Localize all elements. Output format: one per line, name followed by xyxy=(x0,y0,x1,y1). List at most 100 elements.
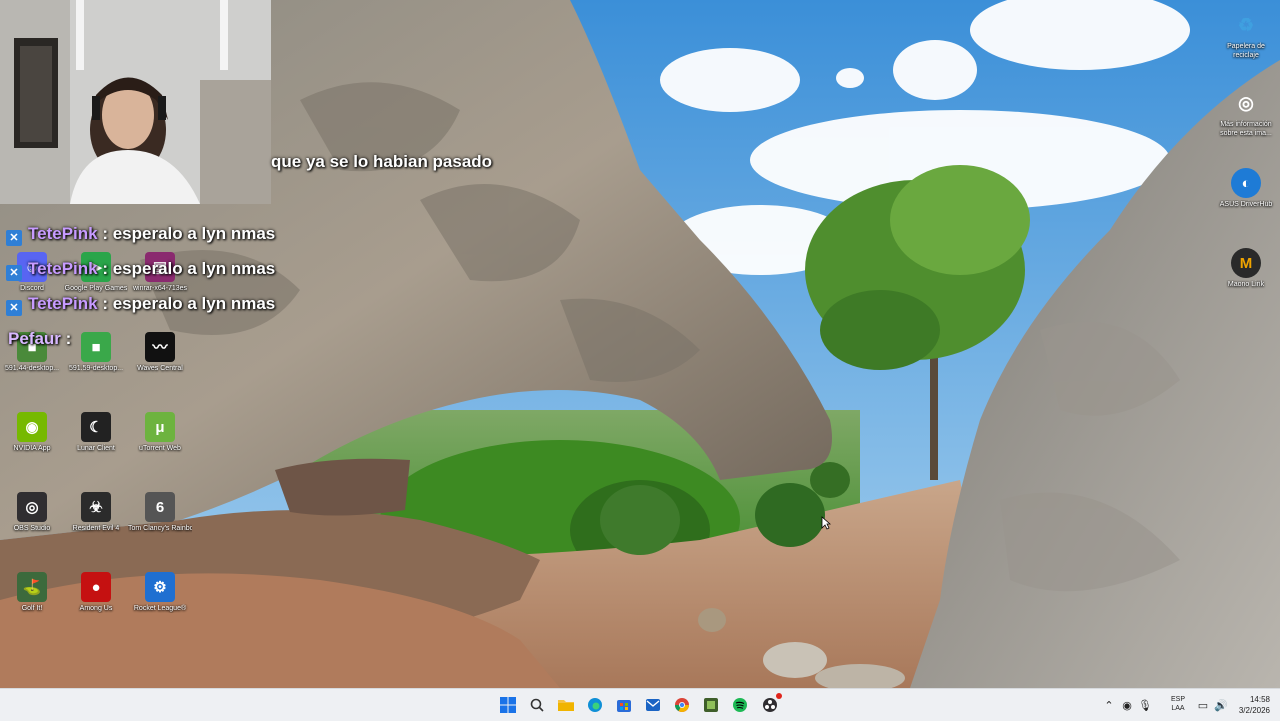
among-us-icon: ● xyxy=(81,572,111,602)
icon-label: winrar-x64-713es xyxy=(132,285,188,292)
icon-label: Among Us xyxy=(79,605,113,612)
waves-central-shortcut[interactable]: 〰 Waves Central xyxy=(128,332,192,373)
among-us-shortcut[interactable]: ● Among Us xyxy=(64,572,128,613)
edge-icon xyxy=(588,698,602,712)
chat-message: ✕ TetePink : esperalo a lyn nmas xyxy=(6,294,275,316)
icon-label: Rocket League® xyxy=(133,605,187,612)
info-icon: ◎ xyxy=(1238,92,1254,113)
icon-label: Papelera de reciclaje xyxy=(1227,43,1265,59)
golf-it-icon: ⛳ xyxy=(17,572,47,602)
maono-link-shortcut[interactable]: M Maono Link xyxy=(1214,248,1278,289)
mouse-cursor-icon xyxy=(821,516,831,530)
obs-studio-icon: ◎ xyxy=(17,492,47,522)
chat-separator: : xyxy=(97,224,113,243)
utorrent-shortcut[interactable]: μ uTorrent Web xyxy=(128,412,192,453)
nvidia-app-shortcut[interactable]: ◉ NVIDIA App xyxy=(0,412,64,453)
outlook-button[interactable] xyxy=(643,695,663,715)
desktop-file-2-shortcut[interactable]: ■ 591.59-desktop... xyxy=(64,332,128,373)
chrome-button[interactable] xyxy=(672,695,692,715)
start-button[interactable] xyxy=(498,695,518,715)
edge-button[interactable] xyxy=(585,695,605,715)
file-explorer-button[interactable] xyxy=(556,695,576,715)
search-icon xyxy=(530,698,544,712)
network-icon: ▭ xyxy=(1197,699,1209,712)
clock-date: 3/2/2026 xyxy=(1238,706,1270,715)
quick-settings[interactable]: ▭ 🔊 xyxy=(1194,689,1230,721)
icon-label: 591.59-desktop... xyxy=(68,365,124,372)
chat-username: TetePink xyxy=(28,259,98,278)
rocket-league-icon: ⚙ xyxy=(145,572,175,602)
asus-driverhub-shortcut[interactable]: ◐ ASUS DriverHub xyxy=(1214,168,1278,209)
folder-icon xyxy=(558,700,574,711)
clock[interactable]: 14:58 3/2/2026 xyxy=(1226,694,1270,716)
icon-label: Waves Central xyxy=(137,365,183,372)
recording-dot-icon xyxy=(776,693,782,699)
chat-text: esperalo a lyn nmas xyxy=(112,224,276,243)
search-button[interactable] xyxy=(527,695,547,715)
icon-label: Discord xyxy=(20,285,44,292)
lunar-client-icon: ☾ xyxy=(81,412,111,442)
keyboard-layout: LAA xyxy=(1171,705,1185,712)
icon-label: ASUS DriverHub xyxy=(1219,201,1273,208)
obs-icon xyxy=(763,698,777,712)
tray-app-icon[interactable]: ◉ xyxy=(1118,699,1136,712)
asus-driverhub-icon: ◐ xyxy=(1231,168,1261,198)
chrome-icon xyxy=(675,698,689,712)
clock-time: 14:58 xyxy=(1249,695,1270,704)
icon-label: Google Play Games xyxy=(64,285,128,292)
rainbow-six-icon: 6 xyxy=(145,492,175,522)
recycle-bin-shortcut[interactable]: ♻ Papelera de reciclaje xyxy=(1214,10,1278,60)
system-tray: ⌃ ◉ 🎙 xyxy=(1100,689,1154,721)
taskbar: ⌃ ◉ 🎙 ESP LAA ▭ 🔊 14:58 3/2/2026 xyxy=(0,688,1280,721)
rocket-league-shortcut[interactable]: ⚙ Rocket League® xyxy=(128,572,192,613)
recycle-bin-icon: ♻ xyxy=(1237,14,1255,35)
chat-separator: : xyxy=(60,329,72,348)
outlook-icon xyxy=(646,699,660,711)
green-app-button[interactable] xyxy=(701,695,721,715)
language-indicator[interactable]: ESP LAA xyxy=(1166,695,1190,713)
windows-logo-icon xyxy=(500,697,516,713)
icon-label: Maono Link xyxy=(1227,281,1265,288)
webcam-image xyxy=(0,0,271,204)
icon-label: Más información sobre esta ima... xyxy=(1220,121,1272,137)
obs-taskbar-button[interactable] xyxy=(760,693,782,715)
icon-label: uTorrent Web xyxy=(139,445,181,452)
utorrent-icon: μ xyxy=(145,412,175,442)
obs-studio-shortcut[interactable]: ◎ OBS Studio xyxy=(0,492,64,533)
nvidia-app-icon: ◉ xyxy=(17,412,47,442)
icon-label: NVIDIA App xyxy=(13,445,51,452)
webcam-feed xyxy=(0,0,271,204)
store-button[interactable] xyxy=(614,695,634,715)
chat-username: TetePink xyxy=(28,224,98,243)
icon-label: Golf It! xyxy=(21,605,43,612)
waves-central-icon: 〰 xyxy=(145,332,175,362)
lunar-client-shortcut[interactable]: ☾ Lunar Client xyxy=(64,412,128,453)
spotify-button[interactable] xyxy=(730,695,750,715)
maono-link-icon: M xyxy=(1231,248,1261,278)
chat-text: esperalo a lyn nmas xyxy=(112,294,276,313)
chat-separator: : xyxy=(97,294,113,313)
language-code: ESP xyxy=(1170,696,1185,703)
spotify-icon xyxy=(733,698,747,712)
resident-evil-icon: ☣ xyxy=(81,492,111,522)
desktop-file-2-icon: ■ xyxy=(81,332,111,362)
icon-label: Tom Clancy's Rainbow Six... xyxy=(128,525,192,532)
chat-message: Pefaur : xyxy=(8,329,71,349)
icon-label: 591.44-desktop... xyxy=(4,365,60,372)
info-shortcut[interactable]: ◎ Más información sobre esta ima... xyxy=(1214,88,1278,138)
resident-evil-shortcut[interactable]: ☣ Resident Evil 4 xyxy=(64,492,128,533)
icon-label: OBS Studio xyxy=(13,525,51,532)
chat-message: ✕ TetePink : esperalo a lyn nmas xyxy=(6,224,275,246)
chat-badge-icon: ✕ xyxy=(6,265,22,281)
rainbow-six-shortcut[interactable]: 6 Tom Clancy's Rainbow Six... xyxy=(128,492,192,533)
chat-username: TetePink xyxy=(28,294,98,313)
chat-text: esperalo a lyn nmas xyxy=(112,259,276,278)
chevron-up-icon[interactable]: ⌃ xyxy=(1100,699,1118,712)
chat-message: ✕ TetePink : esperalo a lyn nmas xyxy=(6,259,275,281)
chat-separator: : xyxy=(97,259,113,278)
store-icon xyxy=(617,700,631,712)
golf-it-shortcut[interactable]: ⛳ Golf It! xyxy=(0,572,64,613)
microphone-icon[interactable]: 🎙 xyxy=(1136,699,1154,712)
chat-username: Pefaur xyxy=(8,329,61,348)
icon-label: Resident Evil 4 xyxy=(72,525,120,532)
